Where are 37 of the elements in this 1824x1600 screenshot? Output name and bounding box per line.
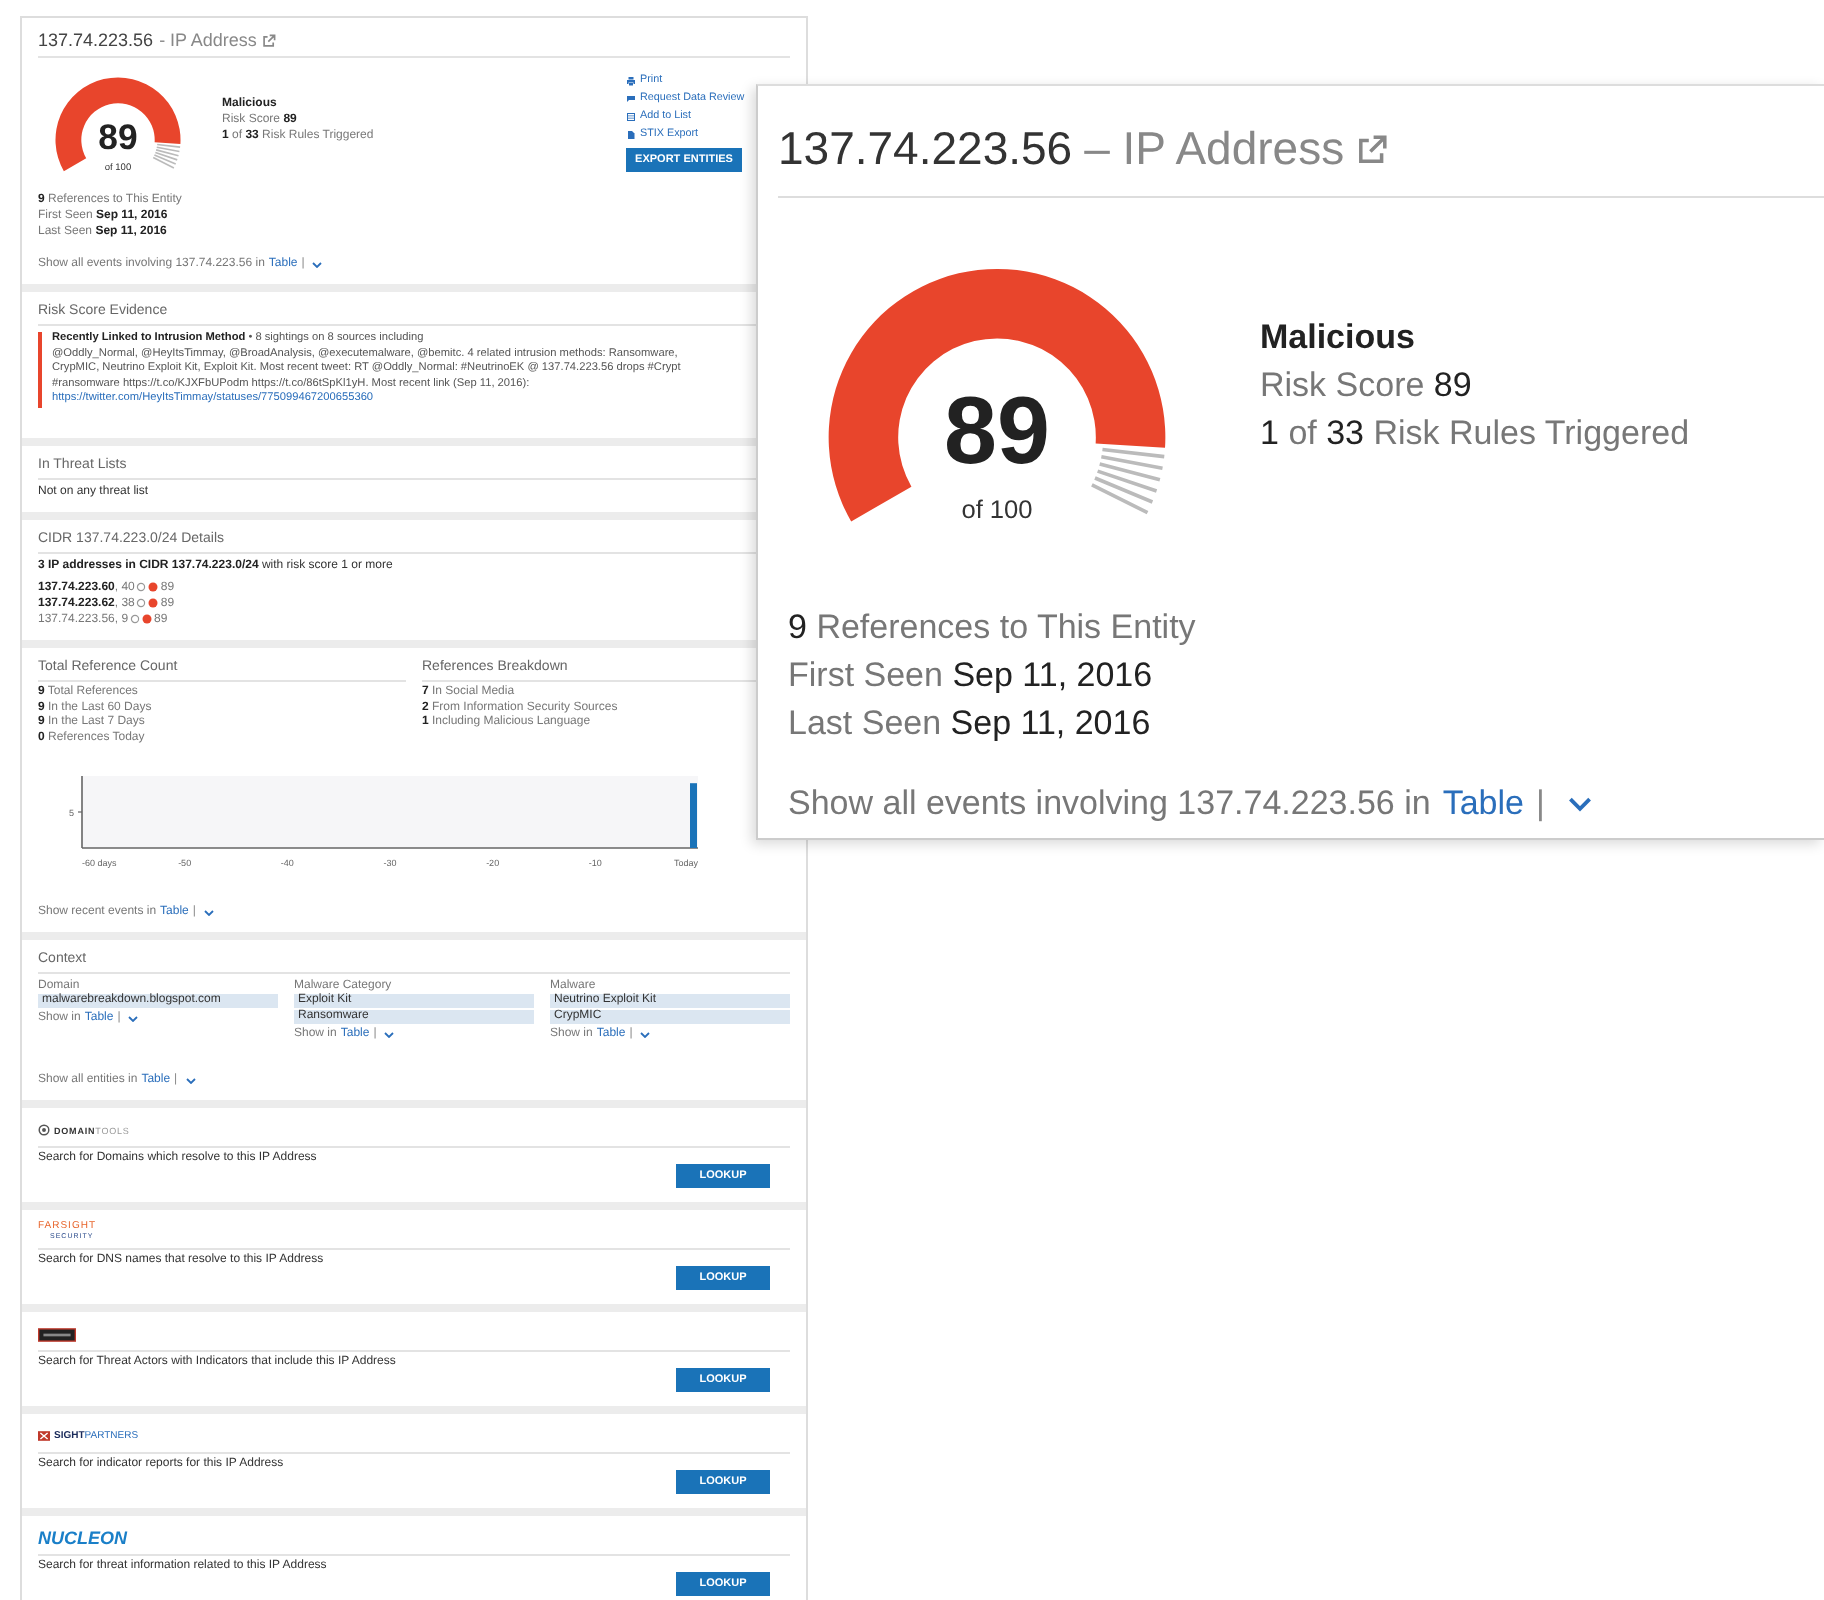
chevron-down-icon[interactable] [203,909,214,915]
bar [690,783,697,848]
flag-icon [626,93,636,103]
risk-dot-icon [148,598,159,608]
list-icon [626,111,636,121]
score-value: 89 [944,378,1050,485]
provider-logo: NUCLEON [38,1528,127,1548]
globe-icon [38,1124,50,1136]
entity-type: - IP Address [159,30,257,50]
external-link-icon[interactable] [1356,133,1389,165]
risk-dot-icon [142,614,153,624]
cross-icon [38,1430,50,1442]
risk-dot-icon [148,582,159,592]
chevron-down-icon[interactable] [312,261,323,267]
stat-line: Risk Score 89 [1260,364,1474,408]
printer-icon [626,75,636,85]
score-value: 89 [98,117,138,158]
fact-line: First Seen Sep 11, 2016 [788,654,1155,698]
separator: | [1535,784,1545,824]
entity-title: 137.74.223.56 [38,30,154,50]
table-link[interactable]: Table [1442,784,1524,824]
entity-type: – IP Address [1084,122,1345,176]
chevron-down-icon[interactable] [384,1031,395,1037]
chevron-down-icon[interactable] [640,1031,651,1037]
chevron-down-icon[interactable] [1568,796,1593,812]
score-max: of 100 [961,493,1033,524]
provider-logo-icon [38,1327,76,1341]
file-icon [626,129,636,139]
fact-line: 9 References to This Entity [788,606,1198,650]
show-events-text: Show all events involving 137.74.223.56 in [788,784,1431,824]
chevron-down-icon[interactable] [128,1015,139,1021]
chevron-down-icon[interactable] [185,1077,196,1083]
external-link-icon[interactable] [262,33,277,47]
verdict-label: Malicious [1260,316,1417,360]
stat-line: 1 of 33 Risk Rules Triggered [1260,412,1690,456]
entity-title: 137.74.223.56 [778,122,1073,176]
fact-line: Last Seen Sep 11, 2016 [788,702,1153,746]
